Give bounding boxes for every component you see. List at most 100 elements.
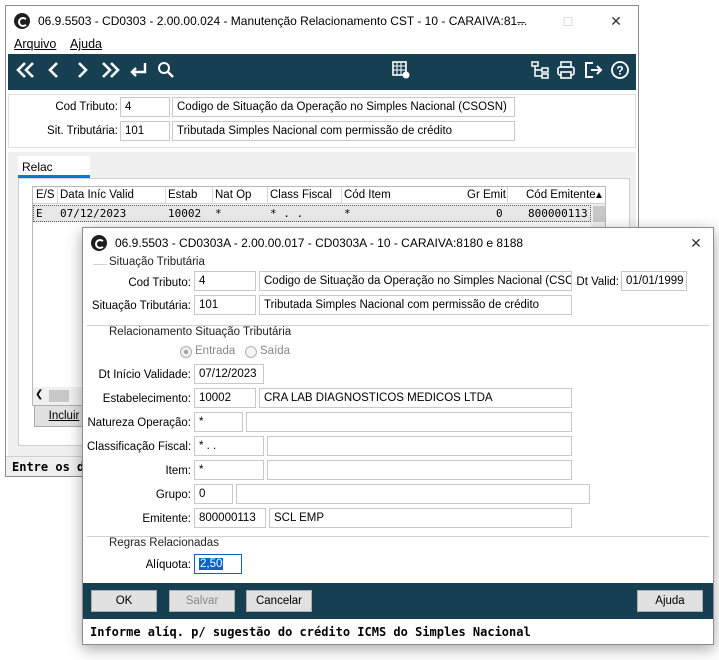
estab-desc: CRA LAB DIAGNOSTICOS MEDICOS LTDA — [259, 388, 572, 408]
salvar-button[interactable]: Salvar — [169, 590, 235, 612]
cell-es: E — [36, 207, 43, 220]
sit-tributaria-field[interactable]: 101 — [120, 121, 170, 141]
header-separator — [507, 187, 508, 204]
tree-structure-icon[interactable] — [528, 58, 552, 82]
item-label: Item: — [165, 465, 191, 477]
estab-field[interactable]: 10002 — [194, 388, 256, 408]
cod-tributo-label: Cod Tributo: — [55, 101, 118, 113]
emitente-label: Emitente: — [142, 513, 191, 525]
first-record-icon[interactable] — [14, 58, 38, 82]
emitente-field[interactable]: 800000113 — [194, 508, 266, 528]
dlg-cod-tributo-label: Cod Tributo: — [128, 277, 191, 289]
hscroll-thumb[interactable] — [49, 390, 69, 402]
dlg-cod-tributo-desc: Codigo de Situação da Operação no Simple… — [259, 271, 572, 291]
scrollbar-thumb[interactable] — [593, 206, 605, 222]
toolbar: ? — [8, 54, 636, 90]
dialog-close-button[interactable]: ✕ — [679, 228, 713, 258]
col-gr-emit[interactable]: Gr Emit — [467, 189, 506, 201]
item-field[interactable]: * — [194, 460, 264, 480]
dlg-sit-trib-label: Situação Tributária: — [91, 300, 191, 312]
section-separator — [93, 264, 107, 265]
aliquota-value: 2,50 — [199, 558, 224, 570]
cell-cod-item: * — [344, 207, 351, 220]
close-button[interactable]: ✕ — [599, 6, 633, 36]
nat-op-label: Natureza Operação: — [87, 417, 191, 429]
grupo-desc — [236, 484, 590, 504]
col-class-fiscal[interactable]: Class Fiscal — [270, 189, 332, 201]
cell-class-fiscal: * . . — [270, 207, 304, 220]
class-fiscal-field[interactable]: * . . — [194, 436, 264, 456]
last-record-icon[interactable] — [98, 58, 122, 82]
dialog-status-text: Informe alíq. p/ sugestão do crédito ICM… — [90, 625, 531, 639]
estab-label: Estabelecimento: — [102, 393, 191, 405]
col-es[interactable]: E/S — [36, 189, 55, 201]
item-desc — [267, 460, 572, 480]
cod-tributo-field[interactable]: 4 — [120, 97, 170, 117]
tab-relac-label: Relac — [22, 160, 53, 174]
help-icon[interactable]: ? — [608, 58, 632, 82]
col-estab[interactable]: Estab — [168, 189, 197, 201]
exit-icon[interactable] — [581, 58, 605, 82]
dlg-sit-trib-field[interactable]: 101 — [194, 295, 256, 315]
radio-saida-label: Saída — [260, 345, 291, 357]
section-situacao-title: Situação Tributária — [109, 256, 205, 268]
class-fiscal-label: Classificação Fiscal: — [87, 441, 192, 453]
cell-gr-emit: 0 — [496, 207, 503, 220]
cell-nat-op: * — [215, 207, 222, 220]
dialog-window: 06.9.5503 - CD0303A - 2.00.00.017 - CD03… — [82, 227, 714, 645]
cancelar-button-label: Cancelar — [255, 595, 303, 607]
radio-entrada-label: Entrada — [195, 345, 236, 357]
class-fiscal-desc — [267, 436, 572, 456]
scroll-up-icon[interactable]: ▲ — [591, 187, 605, 204]
tab-relac[interactable]: Relac — [18, 156, 90, 178]
calculator-grid-icon[interactable] — [389, 58, 413, 82]
menu-ajuda[interactable]: Ajuda — [70, 37, 102, 51]
radio-entrada[interactable] — [180, 346, 192, 358]
cancelar-button[interactable]: Cancelar — [246, 590, 312, 612]
section-relac-title: Relacionamento Situação Tributária — [109, 326, 292, 338]
incluir-button-label: Incluir — [48, 410, 80, 422]
aliquota-field[interactable]: 2,50 — [194, 554, 242, 574]
print-icon[interactable] — [554, 58, 578, 82]
sit-tributaria-label: Sit. Tributária: — [47, 125, 118, 137]
svg-text:?: ? — [616, 64, 623, 78]
maximize-button[interactable]: □ — [551, 6, 585, 36]
menu-bar: Arquivo Ajuda — [6, 34, 638, 54]
table-row[interactable]: E 07/12/2023 10002 * * . . * 0 800000113 — [33, 205, 591, 222]
previous-record-icon[interactable] — [42, 58, 66, 82]
ok-button[interactable]: OK — [91, 590, 157, 612]
scroll-left-icon[interactable]: ❮ — [35, 389, 43, 400]
cell-cod-emitente: 800000113 — [528, 207, 588, 220]
ajuda-button[interactable]: Ajuda — [637, 590, 703, 612]
dt-valid-label: Dt Valid: — [576, 276, 619, 288]
col-nat-op[interactable]: Nat Op — [215, 189, 251, 201]
goto-return-icon[interactable] — [126, 58, 150, 82]
dt-valid-field[interactable]: 01/01/1999 — [621, 271, 687, 291]
app-logo-icon — [14, 13, 30, 29]
section-regras-title: Regras Relacionadas — [109, 537, 219, 549]
aliquota-label: Alíquota: — [145, 559, 191, 571]
main-title-bar: 06.9.5503 - CD0303 - 2.00.00.024 - Manut… — [6, 6, 638, 36]
next-record-icon[interactable] — [70, 58, 94, 82]
grupo-field[interactable]: 0 — [194, 484, 233, 504]
nat-op-field[interactable]: * — [194, 412, 243, 432]
dt-inicio-field[interactable]: 07/12/2023 — [194, 364, 264, 384]
header-separator — [341, 187, 342, 204]
cell-estab: 10002 — [168, 207, 202, 220]
col-cod-emitente[interactable]: Cód Emitente — [526, 189, 596, 201]
cod-tributo-desc: Codigo de Situação da Operação no Simple… — [172, 97, 515, 117]
header-separator — [212, 187, 213, 204]
radio-saida[interactable] — [245, 346, 257, 358]
minimize-button[interactable]: – — [504, 6, 538, 36]
dlg-cod-tributo-field[interactable]: 4 — [194, 271, 256, 291]
menu-arquivo[interactable]: Arquivo — [14, 37, 56, 51]
search-icon[interactable] — [154, 58, 178, 82]
main-window-title: 06.9.5503 - CD0303 - 2.00.00.024 - Manut… — [38, 14, 528, 28]
dialog-status-bar: Informe alíq. p/ sugestão do crédito ICM… — [83, 621, 713, 644]
col-data-inic[interactable]: Data Iníc Valid — [60, 189, 134, 201]
col-cod-item[interactable]: Cód Item — [344, 189, 391, 201]
cell-data-inic: 07/12/2023 — [60, 207, 127, 220]
dlg-sit-trib-desc: Tributada Simples Nacional com permissão… — [259, 295, 572, 315]
ok-button-label: OK — [115, 595, 133, 607]
main-status-text: Entre os d — [12, 460, 85, 474]
